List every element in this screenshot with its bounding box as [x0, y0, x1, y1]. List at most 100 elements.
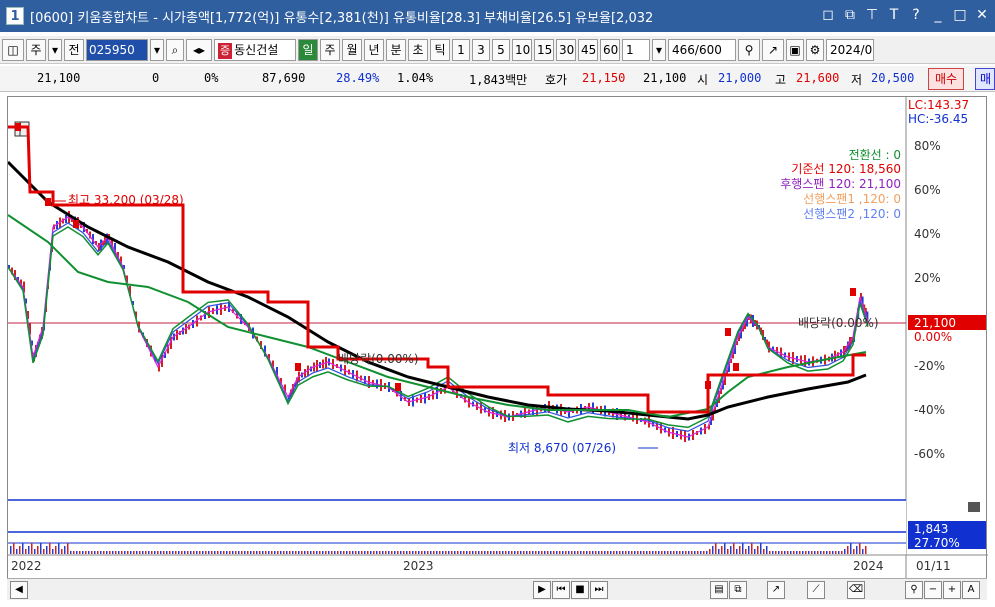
scroll-left-icon[interactable]: ◀ — [10, 581, 28, 599]
volume-bar — [598, 551, 600, 554]
volume-bar — [16, 549, 18, 554]
volume-bar — [748, 546, 750, 554]
volume-bar — [274, 551, 276, 554]
sound-icon[interactable]: ◂▸ — [186, 38, 212, 61]
interval-15[interactable]: 15 — [534, 38, 554, 61]
current-price-tag-text: 21,100 — [914, 316, 956, 330]
font-size-icon[interactable]: A — [962, 581, 980, 599]
volume-panel[interactable] — [8, 499, 906, 555]
restore-layout-icon[interactable]: ◻ — [819, 5, 837, 25]
tab-month[interactable]: 월 — [342, 38, 362, 61]
indicator-icon[interactable]: ↗ — [762, 38, 784, 61]
turnover-percent: 28.49% — [336, 71, 380, 85]
interval-3[interactable]: 3 — [472, 38, 490, 61]
tab-second[interactable]: 초 — [408, 38, 428, 61]
trend-tool-icon[interactable]: ⟋ — [807, 581, 825, 599]
interval-30[interactable]: 30 — [556, 38, 576, 61]
volume-bar — [82, 551, 84, 554]
window-number[interactable]: 1 — [6, 7, 24, 25]
chart-scrollbar[interactable]: ◀ ▶ ⏮ ■ ⏭ ▤ ⧉ ↗ ⟋ ⌫ ⚲ − + A — [7, 578, 987, 600]
date-input[interactable]: 2024/0 — [826, 38, 874, 61]
zoom-icon[interactable]: ⚲ — [905, 581, 923, 599]
code-dropdown-icon[interactable]: ▾ — [150, 38, 164, 61]
volume-bar — [76, 551, 78, 554]
pin-icon[interactable]: ⊤ — [863, 5, 881, 25]
price-chart[interactable]: 80% 60% 40% 20% 0.00% -20% -40% -60% LC:… — [6, 97, 988, 581]
search-icon[interactable]: ⌕ — [166, 38, 184, 61]
zoom-out-icon[interactable]: − — [924, 581, 942, 599]
range-field[interactable]: 466/600 — [668, 38, 736, 61]
layout-toggle-icon[interactable]: ⧉ — [729, 581, 747, 599]
tab-week[interactable]: 주 — [320, 38, 340, 61]
volume-bar — [55, 546, 57, 554]
close-icon[interactable]: ✕ — [973, 5, 991, 25]
volume-bar — [862, 549, 864, 554]
maximize-icon[interactable]: □ — [951, 5, 969, 25]
count-dropdown-icon[interactable]: ▾ — [652, 38, 666, 61]
zoom-in-icon[interactable]: + — [943, 581, 961, 599]
interval-60[interactable]: 60 — [600, 38, 620, 61]
volume-bar — [145, 551, 147, 554]
period-dropdown-icon[interactable]: ▾ — [48, 38, 62, 61]
volume-bar — [187, 551, 189, 554]
interval-1[interactable]: 1 — [452, 38, 470, 61]
signal-marker — [705, 381, 711, 389]
tab-minute[interactable]: 분 — [386, 38, 406, 61]
volume-bar — [253, 551, 255, 554]
interval-5[interactable]: 5 — [492, 38, 510, 61]
prev-button[interactable]: 전 — [64, 38, 84, 61]
volume-bar — [796, 551, 798, 554]
copy-window-icon[interactable]: ⧉ — [841, 5, 859, 25]
volume-bar — [46, 546, 48, 554]
volume-bar — [376, 551, 378, 554]
binoculars-icon[interactable]: ⚲ — [738, 38, 760, 61]
volume-bar — [475, 551, 477, 554]
minimize-icon[interactable]: _ — [929, 5, 947, 25]
tab-day[interactable]: 일 — [298, 38, 318, 61]
volume-bar — [316, 551, 318, 554]
volume-bar — [547, 551, 549, 554]
volume-bar — [730, 546, 732, 554]
price-plot-area[interactable] — [8, 97, 906, 497]
stock-name: 동신건설 — [234, 42, 279, 57]
save-icon[interactable]: ▣ — [786, 38, 804, 61]
count-input[interactable]: 1 — [622, 38, 650, 61]
volume-bar — [112, 551, 114, 554]
interval-10[interactable]: 10 — [512, 38, 532, 61]
volume-bar — [721, 546, 723, 554]
scroll-right-icon[interactable]: ▶ — [533, 581, 551, 599]
volume-panel-close-icon[interactable] — [968, 502, 980, 512]
interval-45[interactable]: 45 — [578, 38, 598, 61]
rewind-icon[interactable]: ⏮ — [552, 581, 570, 599]
buy-button[interactable]: 매수 — [928, 68, 965, 90]
volume-bar — [736, 549, 738, 554]
stock-code-input[interactable]: 025950 — [86, 38, 148, 61]
tab-year[interactable]: 년 — [364, 38, 384, 61]
chart-panel[interactable]: 80% 60% 40% 20% 0.00% -20% -40% -60% LC:… — [6, 96, 988, 581]
y-tick-minus40: -40% — [914, 403, 945, 417]
legend-conversion-line: 전환선 : 0 — [849, 148, 901, 162]
y-tick-0: 0.00% — [914, 330, 952, 344]
help-icon[interactable]: ? — [907, 5, 925, 25]
period-main-button[interactable]: 주 — [26, 38, 46, 61]
volume-bar — [667, 551, 669, 554]
layout-icon[interactable]: ◫ — [2, 38, 24, 61]
volume-bar — [682, 551, 684, 554]
split-view-icon[interactable]: ▤ — [710, 581, 728, 599]
stop-icon[interactable]: ■ — [571, 581, 589, 599]
fast-forward-icon[interactable]: ⏭ — [590, 581, 608, 599]
volume-bar — [418, 551, 420, 554]
stock-name-field[interactable]: 증 동신건설 — [214, 38, 296, 61]
eraser-icon[interactable]: ⌫ — [847, 581, 865, 599]
draw-tool-icon[interactable]: ↗ — [767, 581, 785, 599]
signal-marker — [850, 288, 856, 296]
volume-bar — [91, 551, 93, 554]
sell-button[interactable]: 매 — [975, 68, 995, 90]
font-icon[interactable]: T — [885, 5, 903, 25]
volume-bar — [34, 549, 36, 554]
gear-icon[interactable]: ⚙ — [806, 38, 824, 61]
volume-bar — [802, 551, 804, 554]
volume-bar — [610, 551, 612, 554]
volume-bar — [595, 551, 597, 554]
tab-tick[interactable]: 틱 — [430, 38, 450, 61]
